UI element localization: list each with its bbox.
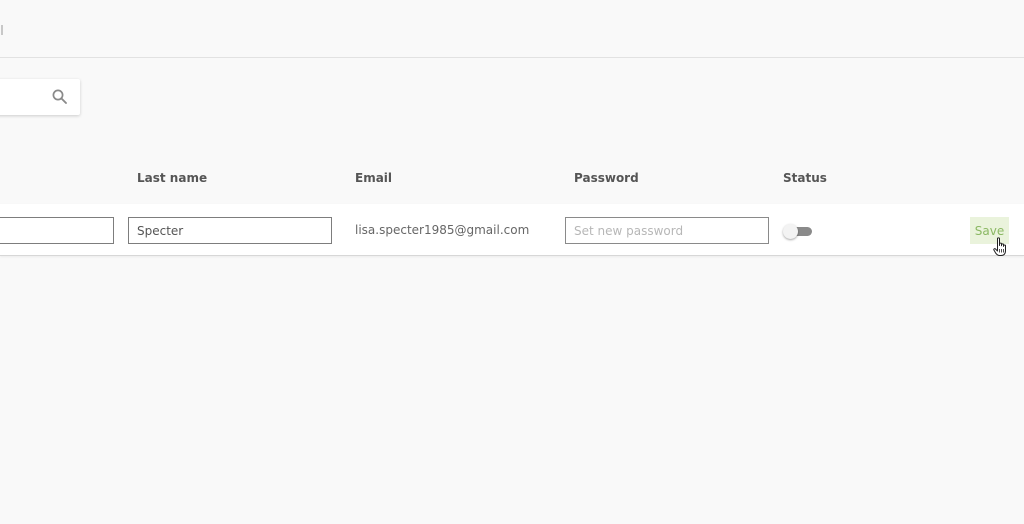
search-icon[interactable] xyxy=(51,88,69,106)
search-input[interactable] xyxy=(0,79,40,115)
table-row: lisa.specter1985@gmail.com Save xyxy=(0,204,1024,256)
top-bar xyxy=(0,0,1024,58)
column-header-status: Status xyxy=(783,171,827,185)
search-box[interactable] xyxy=(0,79,80,115)
email-value: lisa.specter1985@gmail.com xyxy=(355,223,530,237)
column-header-last-name: Last name xyxy=(137,171,208,185)
password-input[interactable] xyxy=(565,217,769,244)
first-name-input[interactable] xyxy=(0,217,114,244)
hand-cursor-icon xyxy=(993,237,1006,256)
column-header-email: Email xyxy=(355,171,393,185)
toggle-knob xyxy=(783,224,798,239)
column-header-password: Password xyxy=(574,171,639,185)
last-name-input[interactable] xyxy=(128,217,332,244)
status-toggle[interactable] xyxy=(783,224,813,239)
chevron-icon[interactable] xyxy=(0,25,3,35)
